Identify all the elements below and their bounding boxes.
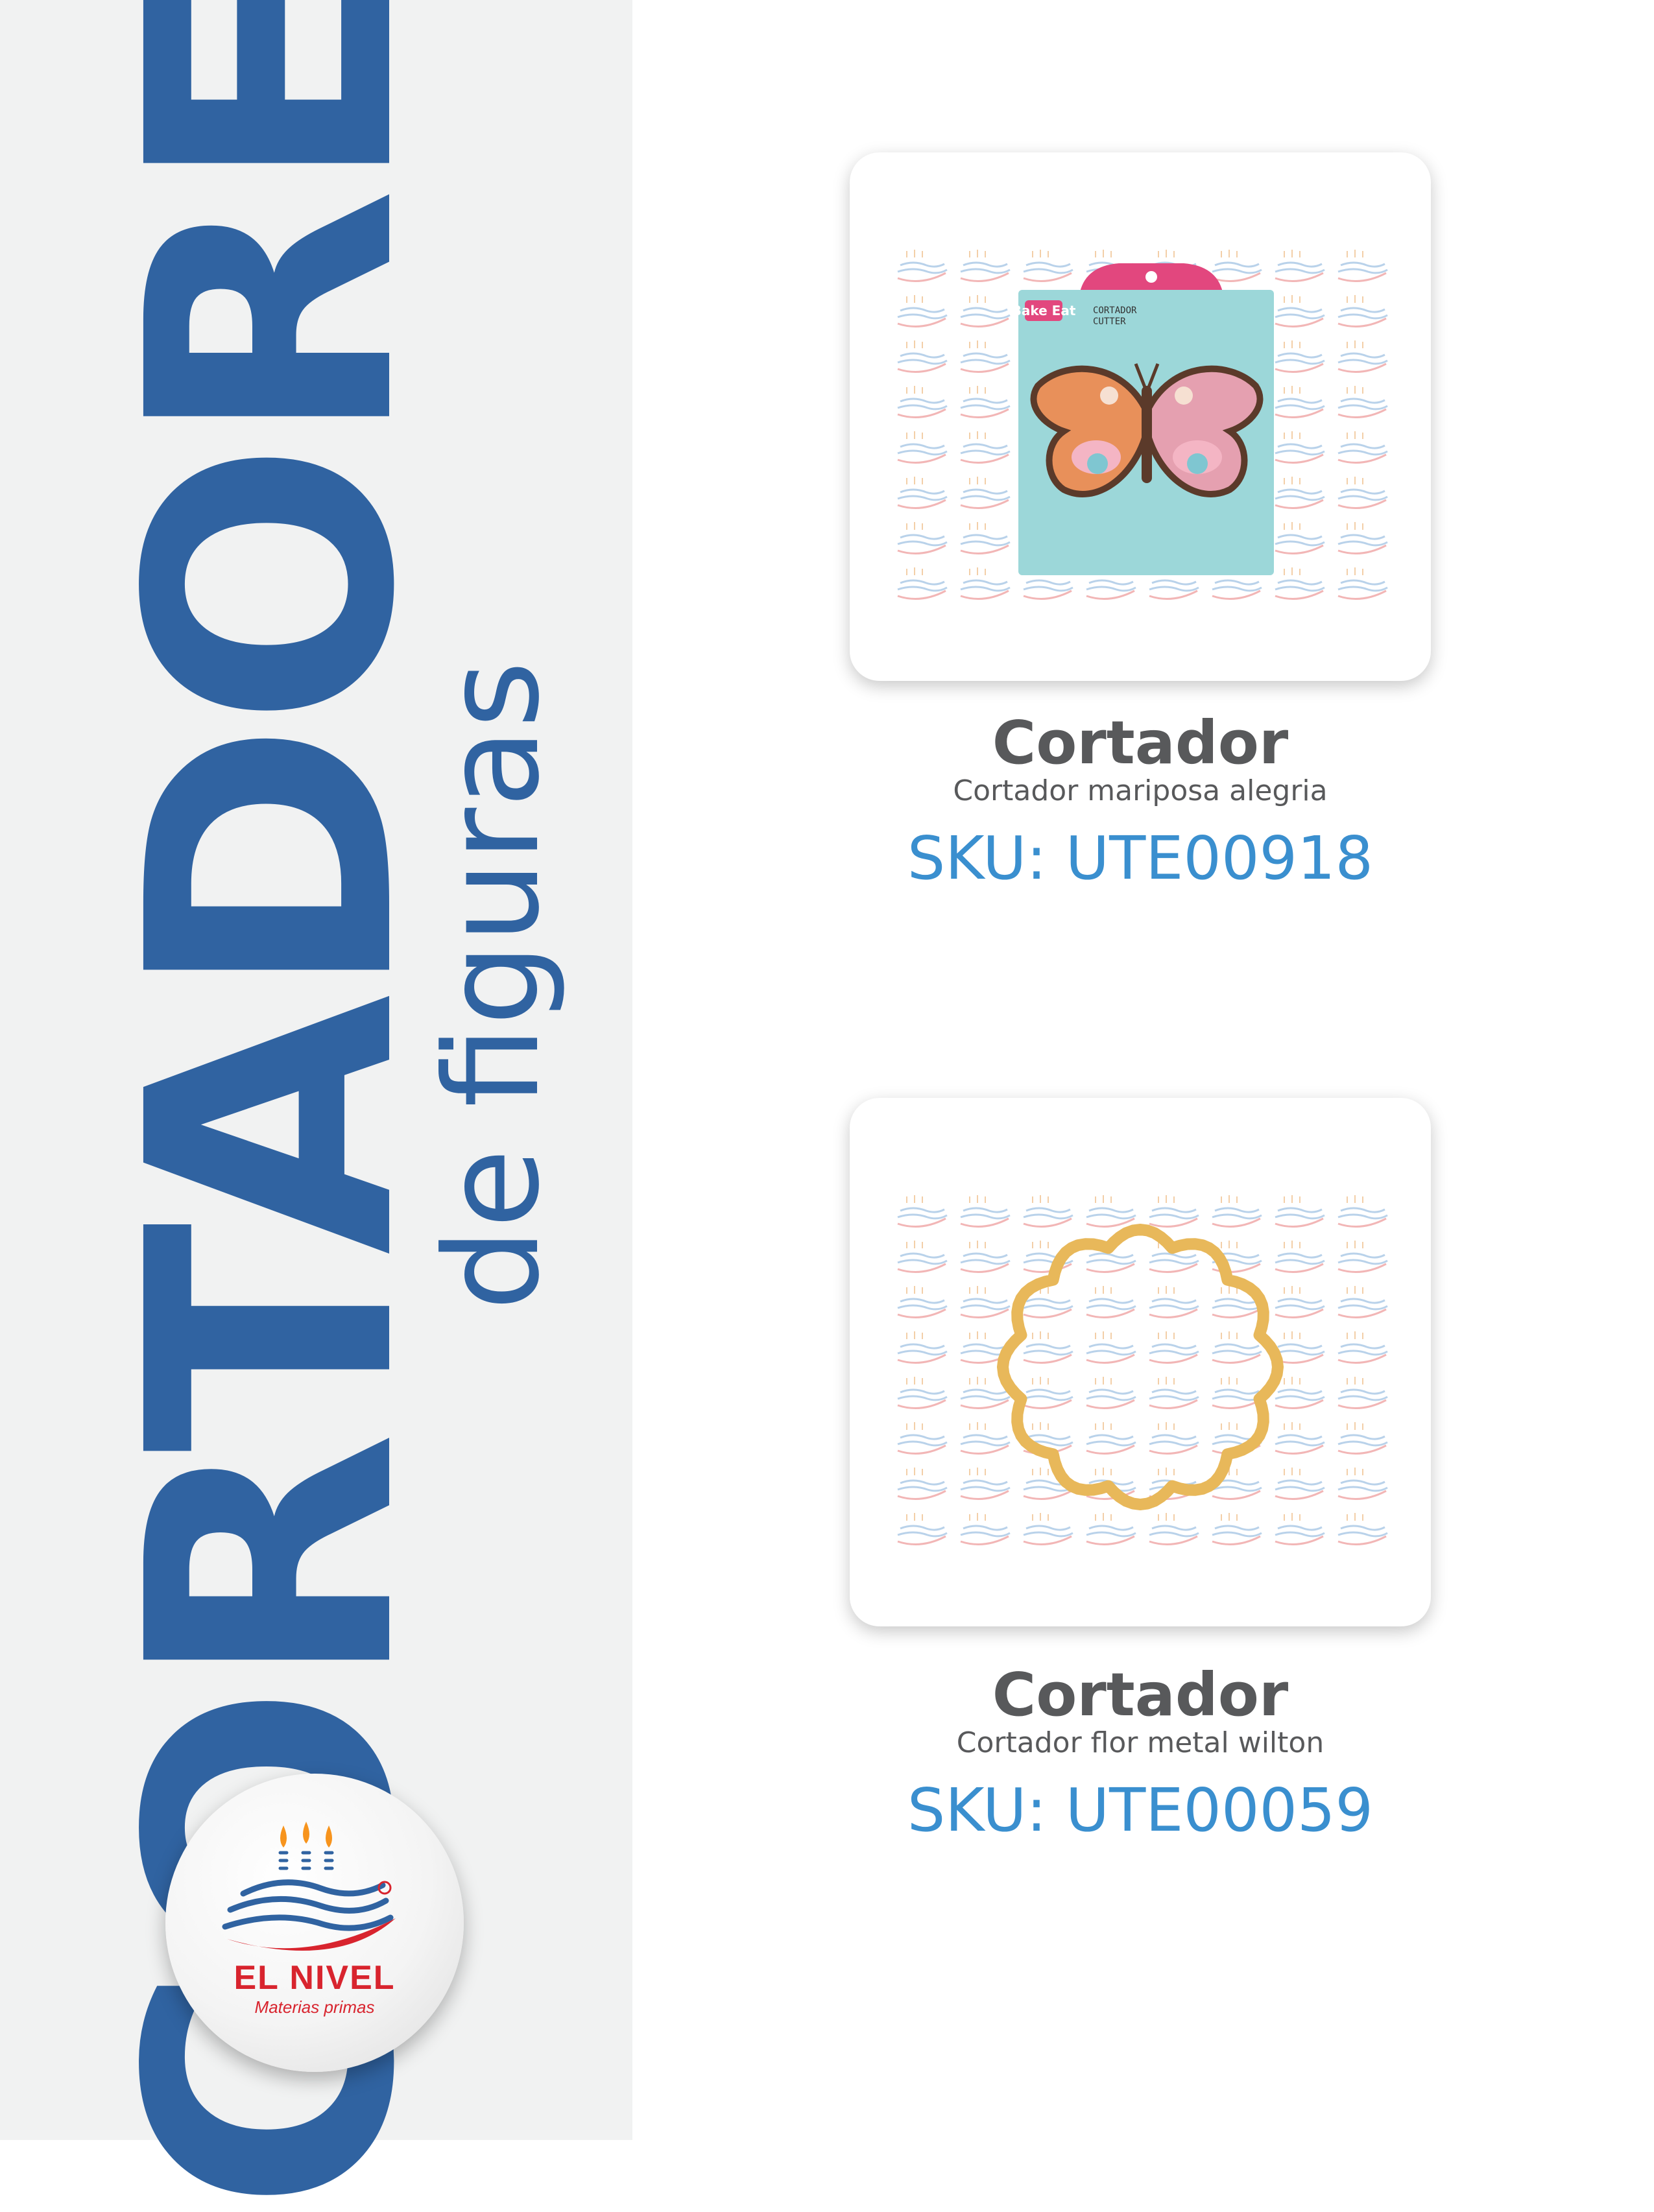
product-name: Cortador (992, 1660, 1289, 1730)
product-sku: SKU: UTE00059 (907, 1776, 1374, 1845)
product-name: Cortador (992, 708, 1289, 778)
package-brand: Bake Eat (1012, 303, 1076, 318)
butterfly-cutter-package-icon: Bake Eat CORTADOR CUTTER (1012, 263, 1274, 575)
logo-tagline: Materias primas (254, 1997, 375, 2017)
cake-logo-icon (222, 1822, 396, 1951)
package-label-2: CUTTER (1093, 316, 1126, 327)
el-nivel-logo: EL NIVEL Materias primas (165, 1774, 464, 2072)
product-description: Cortador flor metal wilton (956, 1726, 1324, 1759)
product-sku: SKU: UTE00918 (907, 824, 1374, 893)
product-image-card[interactable]: Bake Eat CORTADOR CUTTER (850, 152, 1431, 681)
package-label-1: CORTADOR (1093, 305, 1137, 316)
logo-name: EL NIVEL (234, 1959, 396, 1997)
catalog-subtitle: de figuras (417, 660, 568, 1311)
product-image-card[interactable] (850, 1098, 1431, 1626)
flower-cutter-icon (997, 1224, 1284, 1510)
product-description: Cortador mariposa alegria (953, 774, 1328, 807)
